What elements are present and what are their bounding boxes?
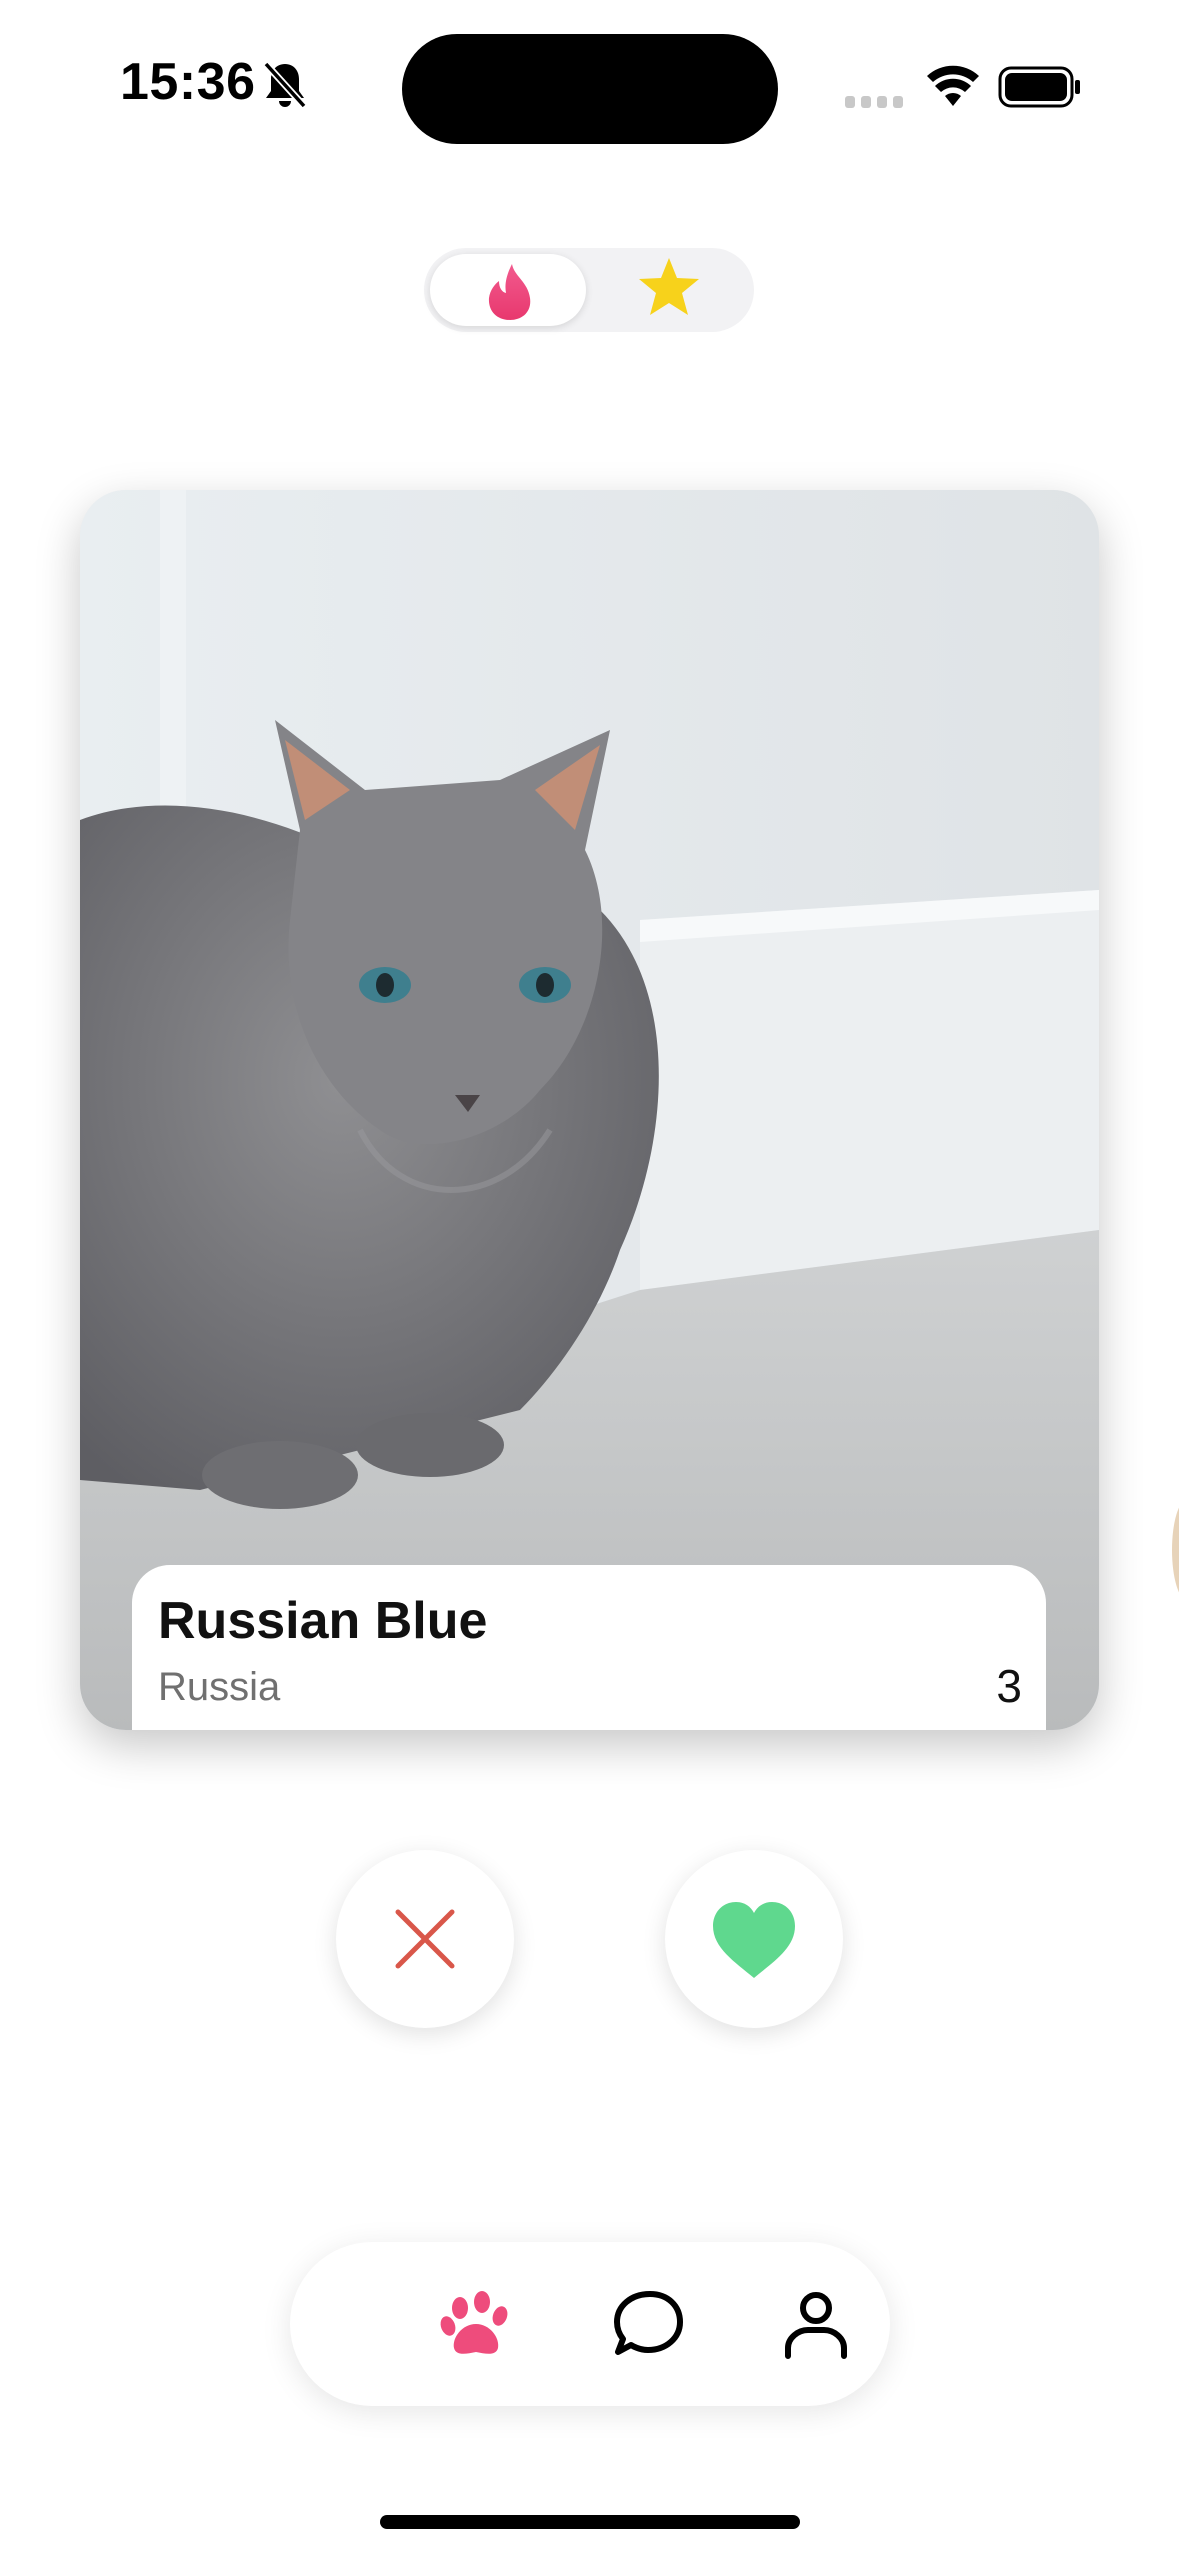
- mode-toggle[interactable]: [424, 248, 754, 332]
- home-indicator[interactable]: [380, 2515, 800, 2529]
- like-button[interactable]: [665, 1850, 843, 2028]
- wifi-icon: [927, 65, 979, 106]
- battery-icon: [998, 66, 1080, 108]
- paw-icon: [440, 2291, 508, 2354]
- cat-photo: [80, 490, 1099, 1730]
- pet-card[interactable]: Russian Blue Russia 3: [80, 490, 1099, 1730]
- breed-name: Russian Blue: [158, 1592, 488, 1650]
- dynamic-island: [402, 34, 778, 144]
- next-card-peek: [1172, 1500, 1179, 1600]
- bell-slash-icon: [263, 61, 307, 109]
- bottom-tab-bar: [290, 2242, 890, 2406]
- heart-icon: [713, 1902, 795, 1978]
- photo-count: 3: [996, 1660, 1022, 1712]
- status-time: 15:36: [120, 53, 256, 111]
- tab-profile[interactable]: [758, 2242, 868, 2406]
- nope-button[interactable]: [336, 1850, 514, 2028]
- chat-bubble-icon: [614, 2291, 683, 2355]
- person-icon: [785, 2292, 847, 2359]
- tab-discover[interactable]: [418, 2242, 528, 2406]
- card-info-panel: Russian Blue Russia 3: [132, 1565, 1046, 1730]
- cellular-signal-icon: [845, 96, 903, 108]
- star-icon[interactable]: [636, 256, 702, 318]
- breed-origin: Russia: [158, 1665, 281, 1709]
- close-icon: [395, 1909, 455, 1969]
- flame-icon[interactable]: [482, 262, 538, 322]
- tab-messages[interactable]: [590, 2242, 700, 2406]
